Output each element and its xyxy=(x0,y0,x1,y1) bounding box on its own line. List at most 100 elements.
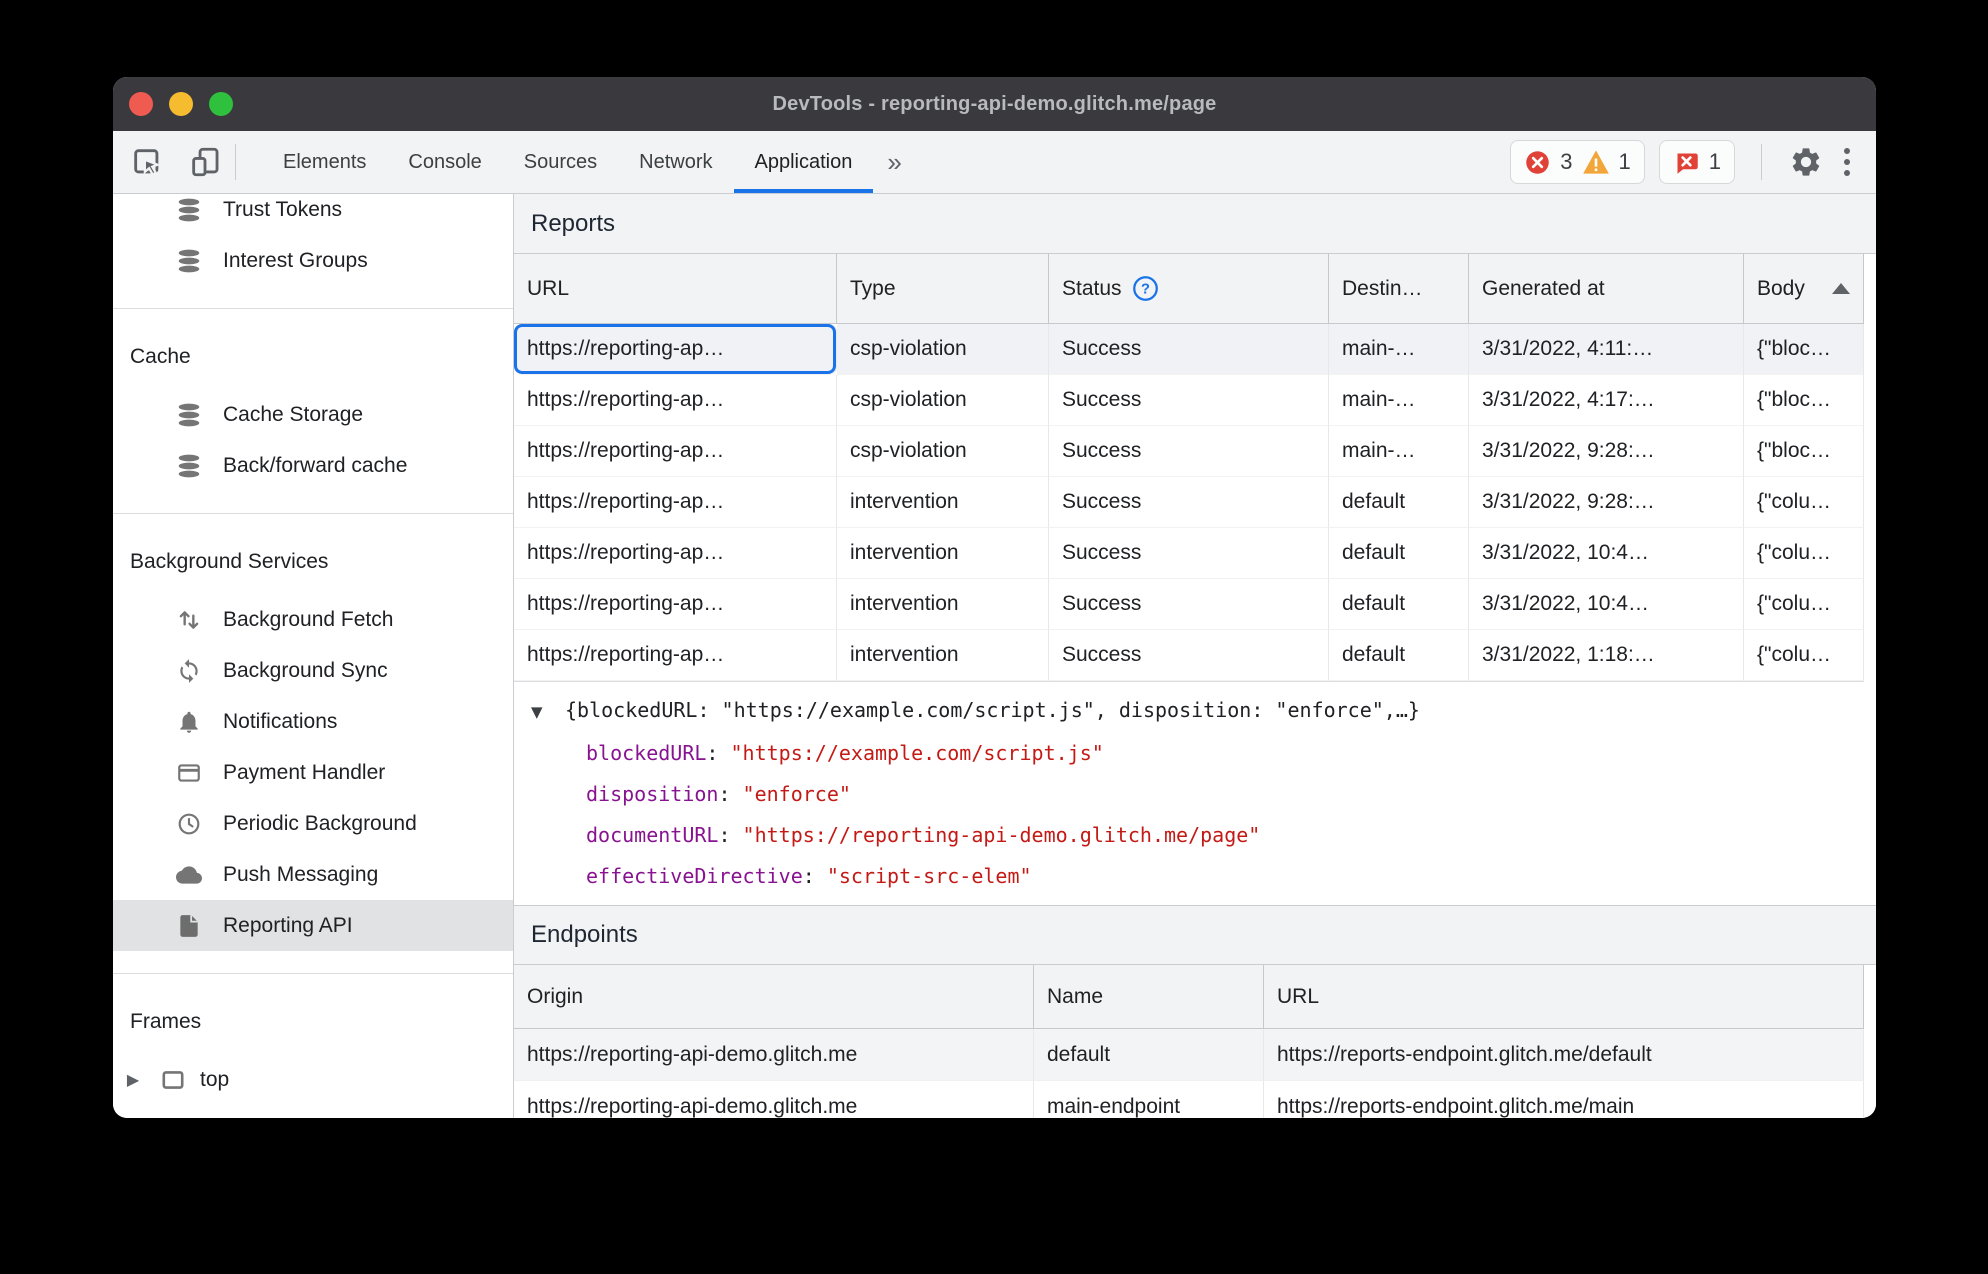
report-body-cell[interactable]: {"colu… xyxy=(1744,630,1864,681)
report-url-cell[interactable]: https://reporting-ap… xyxy=(514,375,837,426)
kebab-menu-icon[interactable] xyxy=(1838,148,1856,176)
report-row[interactable]: https://reporting-ap… intervention Succe… xyxy=(514,528,1864,579)
endpoint-url-cell[interactable]: https://reports-endpoint.glitch.me/defau… xyxy=(1264,1029,1864,1081)
report-type-cell[interactable]: intervention xyxy=(837,579,1049,630)
sidebar-item-notifications[interactable]: Notifications xyxy=(113,696,513,747)
report-type-cell[interactable]: csp-violation xyxy=(837,324,1049,375)
report-body-cell[interactable]: {"colu… xyxy=(1744,579,1864,630)
report-destination-cell[interactable]: default xyxy=(1329,579,1469,630)
errors-warnings-badge[interactable]: 3 1 xyxy=(1510,140,1645,184)
endpoints-section-title: Endpoints xyxy=(514,905,1876,965)
close-window-button[interactable] xyxy=(129,92,153,116)
column-header-name[interactable]: Name xyxy=(1034,965,1264,1029)
inspect-element-icon[interactable] xyxy=(129,144,165,180)
report-url-cell[interactable]: https://reporting-ap… xyxy=(514,630,837,681)
issues-badge[interactable]: 1 xyxy=(1658,140,1735,184)
report-url-cell[interactable]: https://reporting-ap… xyxy=(514,324,837,375)
report-type-cell[interactable]: intervention xyxy=(837,477,1049,528)
report-status-cell[interactable]: Success xyxy=(1049,426,1329,477)
report-row[interactable]: https://reporting-ap… csp-violation Succ… xyxy=(514,324,1864,375)
expander-expanded-icon[interactable]: ▼ xyxy=(531,692,565,733)
report-body-cell[interactable]: {"bloc… xyxy=(1744,375,1864,426)
report-generated-cell[interactable]: 3/31/2022, 10:4… xyxy=(1469,528,1744,579)
report-row[interactable]: https://reporting-ap… csp-violation Succ… xyxy=(514,426,1864,477)
report-destination-cell[interactable]: main-… xyxy=(1329,324,1469,375)
report-status-cell[interactable]: Success xyxy=(1049,630,1329,681)
application-sidebar: Trust Tokens Interest Groups Cache Cache… xyxy=(113,194,514,1118)
expander-collapsed-icon[interactable]: ▶ xyxy=(120,1070,146,1090)
report-generated-cell[interactable]: 3/31/2022, 9:28:… xyxy=(1469,426,1744,477)
sidebar-item-label: Background Sync xyxy=(223,658,388,682)
endpoint-origin-cell[interactable]: https://reporting-api-demo.glitch.me xyxy=(514,1081,1034,1118)
maximize-window-button[interactable] xyxy=(209,92,233,116)
endpoint-origin-cell[interactable]: https://reporting-api-demo.glitch.me xyxy=(514,1029,1034,1081)
endpoint-name-cell[interactable]: default xyxy=(1034,1029,1264,1081)
sidebar-item-top-frame[interactable]: ▶ top xyxy=(113,1054,513,1105)
report-type-cell[interactable]: intervention xyxy=(837,528,1049,579)
report-url-cell[interactable]: https://reporting-ap… xyxy=(514,528,837,579)
report-generated-cell[interactable]: 3/31/2022, 9:28:… xyxy=(1469,477,1744,528)
report-type-cell[interactable]: intervention xyxy=(837,630,1049,681)
report-status-cell[interactable]: Success xyxy=(1049,324,1329,375)
report-generated-cell[interactable]: 3/31/2022, 4:11:… xyxy=(1469,324,1744,375)
report-destination-cell[interactable]: main-… xyxy=(1329,375,1469,426)
column-header-destination[interactable]: Destin… xyxy=(1329,254,1469,324)
report-status-cell[interactable]: Success xyxy=(1049,477,1329,528)
sidebar-item-reporting-api[interactable]: Reporting API xyxy=(113,900,513,951)
tab-network[interactable]: Network xyxy=(618,131,733,193)
sidebar-item-cache-storage[interactable]: Cache Storage xyxy=(113,389,513,440)
status-help-icon[interactable]: ? xyxy=(1132,275,1159,302)
report-row[interactable]: https://reporting-ap… intervention Succe… xyxy=(514,477,1864,528)
sidebar-item-push-messaging[interactable]: Push Messaging xyxy=(113,849,513,900)
report-body-cell[interactable]: {"bloc… xyxy=(1744,324,1864,375)
database-icon xyxy=(176,197,202,223)
report-generated-cell[interactable]: 3/31/2022, 1:18:… xyxy=(1469,630,1744,681)
report-destination-cell[interactable]: main-… xyxy=(1329,426,1469,477)
report-row[interactable]: https://reporting-ap… intervention Succe… xyxy=(514,579,1864,630)
report-generated-cell[interactable]: 3/31/2022, 10:4… xyxy=(1469,579,1744,630)
column-header-type[interactable]: Type xyxy=(837,254,1049,324)
tab-application[interactable]: Application xyxy=(733,131,874,193)
settings-gear-icon[interactable] xyxy=(1788,144,1824,180)
report-url-cell[interactable]: https://reporting-ap… xyxy=(514,477,837,528)
sidebar-item-background-fetch[interactable]: Background Fetch xyxy=(113,594,513,645)
sidebar-item-trust-tokens[interactable]: Trust Tokens xyxy=(113,194,513,235)
report-destination-cell[interactable]: default xyxy=(1329,477,1469,528)
column-header-origin[interactable]: Origin xyxy=(514,965,1034,1029)
report-status-cell[interactable]: Success xyxy=(1049,528,1329,579)
report-type-cell[interactable]: csp-violation xyxy=(837,375,1049,426)
report-status-cell[interactable]: Success xyxy=(1049,375,1329,426)
column-header-endpoint-url[interactable]: URL xyxy=(1264,965,1864,1029)
tab-sources[interactable]: Sources xyxy=(503,131,618,193)
sidebar-item-periodic-background-sync[interactable]: Periodic Background xyxy=(113,798,513,849)
report-status-cell[interactable]: Success xyxy=(1049,579,1329,630)
endpoint-row[interactable]: https://reporting-api-demo.glitch.me mai… xyxy=(514,1081,1864,1118)
report-destination-cell[interactable]: default xyxy=(1329,528,1469,579)
tab-elements[interactable]: Elements xyxy=(262,131,387,193)
report-body-cell[interactable]: {"colu… xyxy=(1744,477,1864,528)
report-url-cell[interactable]: https://reporting-ap… xyxy=(514,426,837,477)
endpoint-row[interactable]: https://reporting-api-demo.glitch.me def… xyxy=(514,1029,1864,1081)
tab-console[interactable]: Console xyxy=(387,131,502,193)
sidebar-item-payment-handler[interactable]: Payment Handler xyxy=(113,747,513,798)
minimize-window-button[interactable] xyxy=(169,92,193,116)
report-body-cell[interactable]: {"colu… xyxy=(1744,528,1864,579)
report-row[interactable]: https://reporting-ap… intervention Succe… xyxy=(514,630,1864,681)
report-url-cell[interactable]: https://reporting-ap… xyxy=(514,579,837,630)
endpoint-url-cell[interactable]: https://reports-endpoint.glitch.me/main xyxy=(1264,1081,1864,1118)
column-header-url[interactable]: URL xyxy=(514,254,837,324)
column-header-generated-at[interactable]: Generated at xyxy=(1469,254,1744,324)
sidebar-item-back-forward-cache[interactable]: Back/forward cache xyxy=(113,440,513,491)
column-header-body[interactable]: Body xyxy=(1744,254,1864,324)
report-generated-cell[interactable]: 3/31/2022, 4:17:… xyxy=(1469,375,1744,426)
sidebar-item-interest-groups[interactable]: Interest Groups xyxy=(113,235,513,286)
sidebar-item-background-sync[interactable]: Background Sync xyxy=(113,645,513,696)
report-row[interactable]: https://reporting-ap… csp-violation Succ… xyxy=(514,375,1864,426)
device-toolbar-icon[interactable] xyxy=(187,144,223,180)
report-body-cell[interactable]: {"bloc… xyxy=(1744,426,1864,477)
report-type-cell[interactable]: csp-violation xyxy=(837,426,1049,477)
report-destination-cell[interactable]: default xyxy=(1329,630,1469,681)
more-tabs-button[interactable]: » xyxy=(873,131,915,193)
endpoint-name-cell[interactable]: main-endpoint xyxy=(1034,1081,1264,1118)
column-header-status[interactable]: Status ? xyxy=(1049,254,1329,324)
